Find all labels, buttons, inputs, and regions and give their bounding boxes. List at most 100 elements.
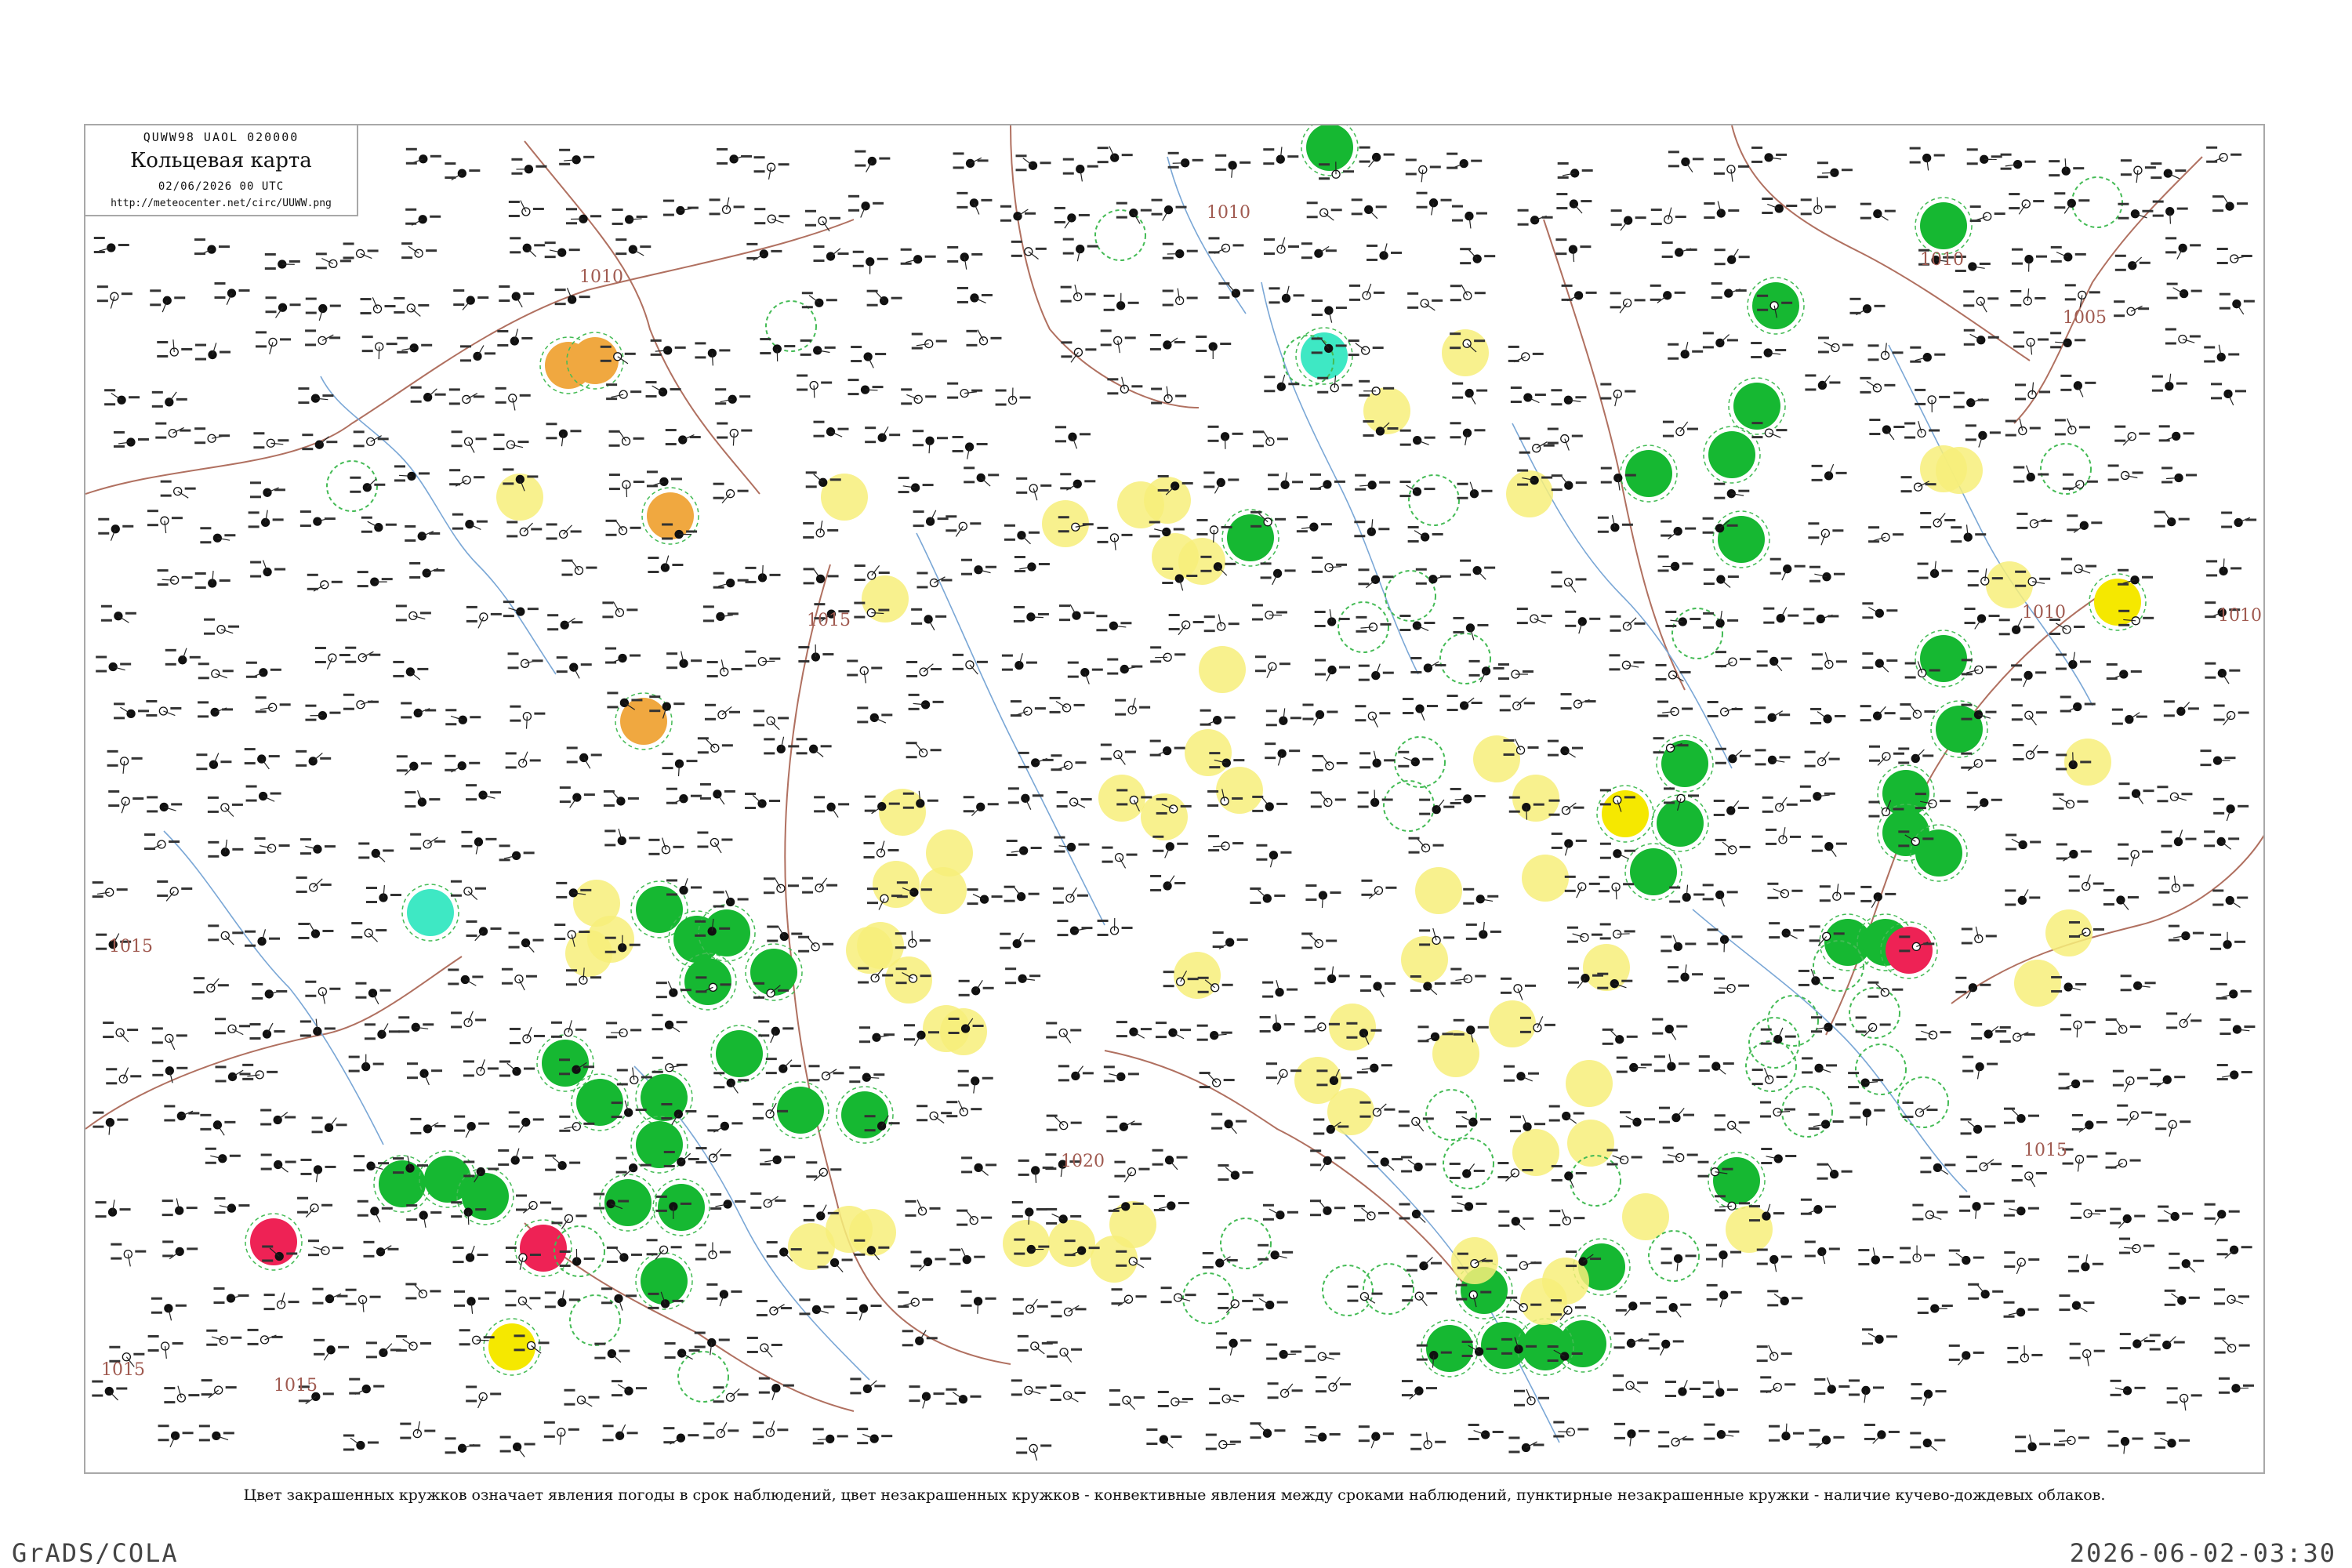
station-plot (1556, 193, 1592, 214)
station-plot (1814, 1377, 1850, 1396)
station-plot (1715, 651, 1751, 668)
station-plot (507, 652, 543, 670)
station-plot (1218, 282, 1254, 299)
station-plot (1367, 243, 1403, 261)
station-plot (1848, 1072, 1884, 1089)
station-plot (1162, 288, 1198, 307)
station-plot (1917, 1297, 1953, 1314)
station-plot (1551, 571, 1587, 593)
station-plot (1167, 151, 1203, 169)
station-plot (1115, 698, 1151, 716)
station-plot (1446, 695, 1483, 712)
station-plot (1399, 481, 1436, 498)
station-plot (1800, 197, 1836, 216)
isobar-label: 1010 (579, 267, 623, 287)
weather-circle (885, 956, 932, 1004)
station-plot (1817, 162, 1853, 179)
station-plot (1551, 1164, 1587, 1188)
station-plot (400, 1421, 436, 1439)
station-plot (113, 430, 149, 448)
isobar-label: 1010 (1207, 203, 1250, 223)
station-plot (1360, 975, 1396, 997)
cb-cloud-ring (1855, 1044, 1907, 1095)
station-plot (2061, 557, 2097, 575)
station-plot (506, 521, 543, 538)
station-plot (2216, 1239, 2252, 1259)
station-plot (407, 1062, 443, 1086)
station-plot (850, 1377, 886, 1395)
station-plot (314, 647, 350, 670)
isobar-label: 1020 (1061, 1152, 1105, 1171)
station-plot (666, 651, 702, 670)
station-plot (2105, 1018, 2141, 1035)
station-plot (1508, 345, 1544, 363)
station-plot (1269, 285, 1305, 304)
station-plot (345, 646, 381, 663)
cb-cloud-ring (1322, 1265, 1374, 1316)
station-plot (345, 1288, 381, 1312)
station-plot (2117, 1104, 2153, 1126)
station-plot (1609, 654, 1645, 671)
weather-circle (1415, 867, 1462, 914)
station-plot (299, 510, 336, 528)
station-plot (2151, 162, 2187, 180)
station-plot (1519, 437, 1555, 454)
station-plot (2060, 695, 2096, 713)
station-plot (1049, 696, 1085, 713)
station-plot (1804, 750, 1840, 768)
station-plot (2216, 1064, 2252, 1081)
station-plot (193, 977, 229, 994)
station-plot (611, 1380, 647, 1397)
station-plot (855, 150, 891, 172)
station-plot (746, 1336, 782, 1358)
station-plot (813, 245, 849, 263)
cb-cloud-ring (1671, 608, 1723, 659)
station-plot (103, 1022, 139, 1043)
station-plot (1401, 1380, 1437, 1400)
station-plot (801, 292, 837, 309)
station-plot (1711, 282, 1747, 299)
station-plot (298, 922, 334, 939)
station-plot (1351, 198, 1387, 220)
station-plot (1600, 383, 1636, 407)
station-plot (846, 1298, 882, 1321)
station-plot (1314, 609, 1350, 627)
station-plot (1306, 201, 1342, 221)
station-plot (857, 706, 893, 724)
station-plot (2015, 382, 2051, 401)
station-plot (648, 837, 684, 855)
station-plot (215, 1018, 251, 1036)
station-plot (1868, 526, 1904, 543)
station-plot (1506, 1254, 1542, 1272)
station-plot (1662, 1146, 1698, 1163)
station-plot (758, 1020, 794, 1044)
station-plot (665, 429, 701, 446)
station-plot (351, 922, 387, 942)
station-plot (96, 655, 132, 673)
station-plot (1849, 1102, 1886, 1126)
station-plot (1917, 561, 1953, 579)
station-plot (1551, 474, 1587, 492)
station-plot (1961, 926, 1997, 945)
station-plot (544, 241, 580, 259)
station-plot (245, 785, 281, 802)
station-plot (662, 199, 699, 216)
station-plot (1860, 705, 1896, 722)
weather-circle (1301, 332, 1348, 379)
station-plot (1849, 297, 1886, 316)
weather-circle (873, 861, 920, 908)
station-plot (604, 828, 641, 847)
station-plot (564, 1388, 600, 1407)
station-plot (960, 1290, 996, 1314)
station-plot (1760, 1027, 1796, 1045)
station-plot (546, 523, 582, 540)
station-plot (706, 1283, 742, 1307)
station-plot (2055, 652, 2091, 670)
station-plot (1259, 1014, 1295, 1033)
station-plot (1900, 1245, 1936, 1264)
cb-cloud-ring (569, 1294, 621, 1346)
station-plot (764, 736, 800, 755)
station-plot (1597, 514, 1633, 533)
station-plot (1146, 1428, 1182, 1449)
station-plot (501, 967, 537, 991)
